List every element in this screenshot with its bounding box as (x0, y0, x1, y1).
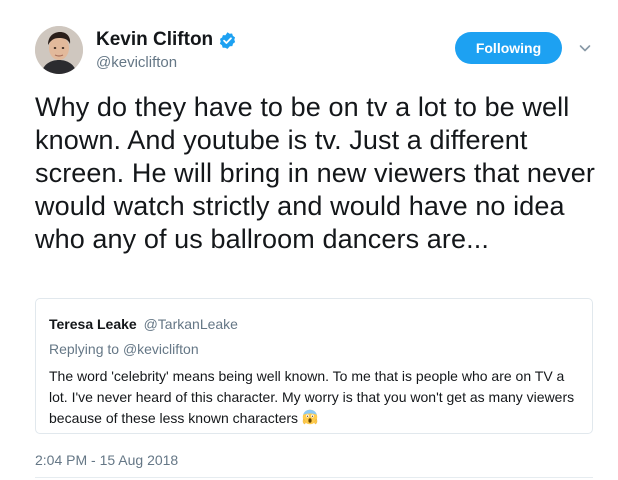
tweet-text: Why do they have to be on tv a lot to be… (35, 92, 595, 254)
replying-to-line: Replying to @keviclifton (49, 341, 199, 357)
profile-photo-icon (35, 26, 83, 74)
verified-badge-icon (218, 31, 237, 50)
face-screaming-in-fear-icon (302, 409, 318, 425)
divider (35, 477, 593, 478)
quoted-tweet-text: The word 'celebrity' means being well kn… (49, 366, 584, 429)
author-name-row[interactable]: Kevin Clifton (96, 29, 237, 51)
replying-to-prefix: Replying to (49, 341, 120, 357)
replying-to-handle[interactable]: @keviclifton (123, 341, 199, 357)
tweet-card: Kevin Clifton @keviclifton Following Why… (0, 0, 618, 480)
avatar[interactable] (35, 26, 83, 74)
quoted-tweet-header: Teresa Leake @TarkanLeake (49, 316, 238, 332)
following-button[interactable]: Following (455, 32, 562, 64)
quoted-author-name: Teresa Leake (49, 316, 137, 332)
quoted-tweet[interactable]: Teresa Leake @TarkanLeake Replying to @k… (35, 298, 593, 434)
quoted-author-handle: @TarkanLeake (143, 316, 238, 332)
chevron-down-icon[interactable] (577, 40, 593, 56)
tweet-timestamp[interactable]: 2:04 PM - 15 Aug 2018 (35, 452, 178, 468)
author-handle[interactable]: @keviclifton (96, 54, 177, 71)
author-display-name[interactable]: Kevin Clifton (96, 29, 213, 51)
